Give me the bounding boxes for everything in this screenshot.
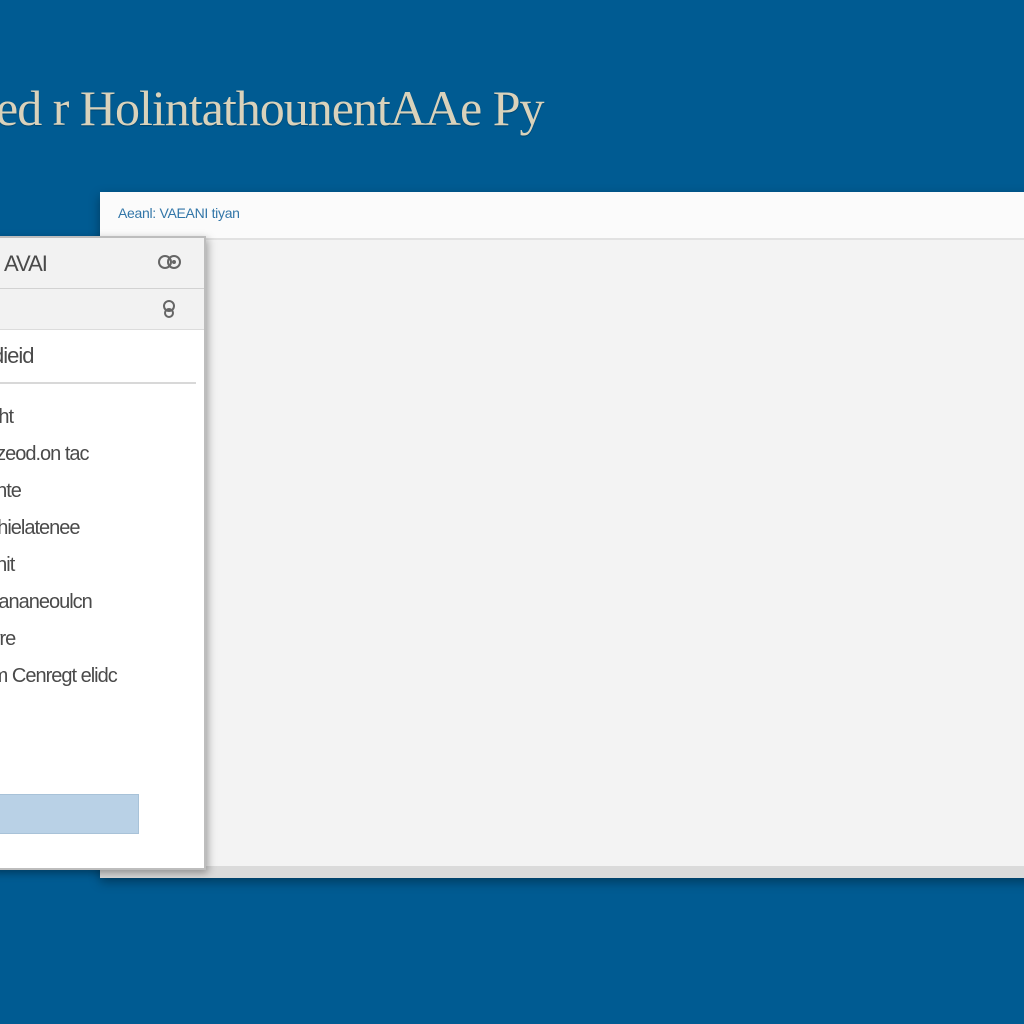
gear-icon[interactable] (156, 251, 182, 273)
list-item-label: Pananeoulcn (0, 591, 93, 613)
list-item-label: wre (0, 628, 16, 650)
panel-item-list: Aht ezeod.on tac ente Thielatenee ahit P… (0, 402, 196, 698)
main-window-header: Aeanl: VAEANI tiyan (100, 192, 1024, 240)
list-item-label: ezeod.on tac (0, 443, 90, 465)
panel-action-button[interactable] (0, 794, 139, 834)
main-content-area[interactable] (206, 240, 1024, 864)
panel-title: AVAI (4, 251, 48, 276)
search-icon[interactable] (160, 298, 178, 320)
side-panel: AVAI dieid Aht ezeod.on tac (0, 236, 206, 870)
list-item[interactable]: ahit (0, 550, 196, 587)
list-item-label: Aht (0, 406, 14, 428)
list-item[interactable]: rm Cenregt elidc (0, 661, 196, 698)
list-item-label: ente (0, 480, 22, 502)
list-item[interactable]: ente (0, 476, 196, 513)
selected-item[interactable]: dieid (0, 330, 196, 384)
list-item-label: ahit (0, 554, 15, 576)
main-window-title: Aeanl: VAEANI tiyan (118, 205, 240, 221)
list-item[interactable]: Aht (0, 402, 196, 439)
panel-toolbar (0, 289, 204, 330)
desktop-background: ed r HolintathounentAAe Py Aeanl: VAEANI… (0, 0, 1024, 1024)
list-item[interactable]: ezeod.on tac (0, 439, 196, 476)
main-window: Aeanl: VAEANI tiyan (100, 192, 1024, 878)
list-item[interactable]: wre (0, 624, 196, 661)
list-item[interactable]: Thielatenee (0, 513, 196, 550)
main-window-bottom-edge (100, 866, 1024, 878)
selected-item-label: dieid (0, 343, 34, 368)
list-item-label: Thielatenee (0, 517, 81, 539)
banner-title: ed r HolintathounentAAe Py (0, 80, 545, 136)
list-item-label: rm Cenregt elidc (0, 665, 118, 687)
list-item[interactable]: Pananeoulcn (0, 587, 196, 624)
panel-header: AVAI (0, 238, 204, 289)
